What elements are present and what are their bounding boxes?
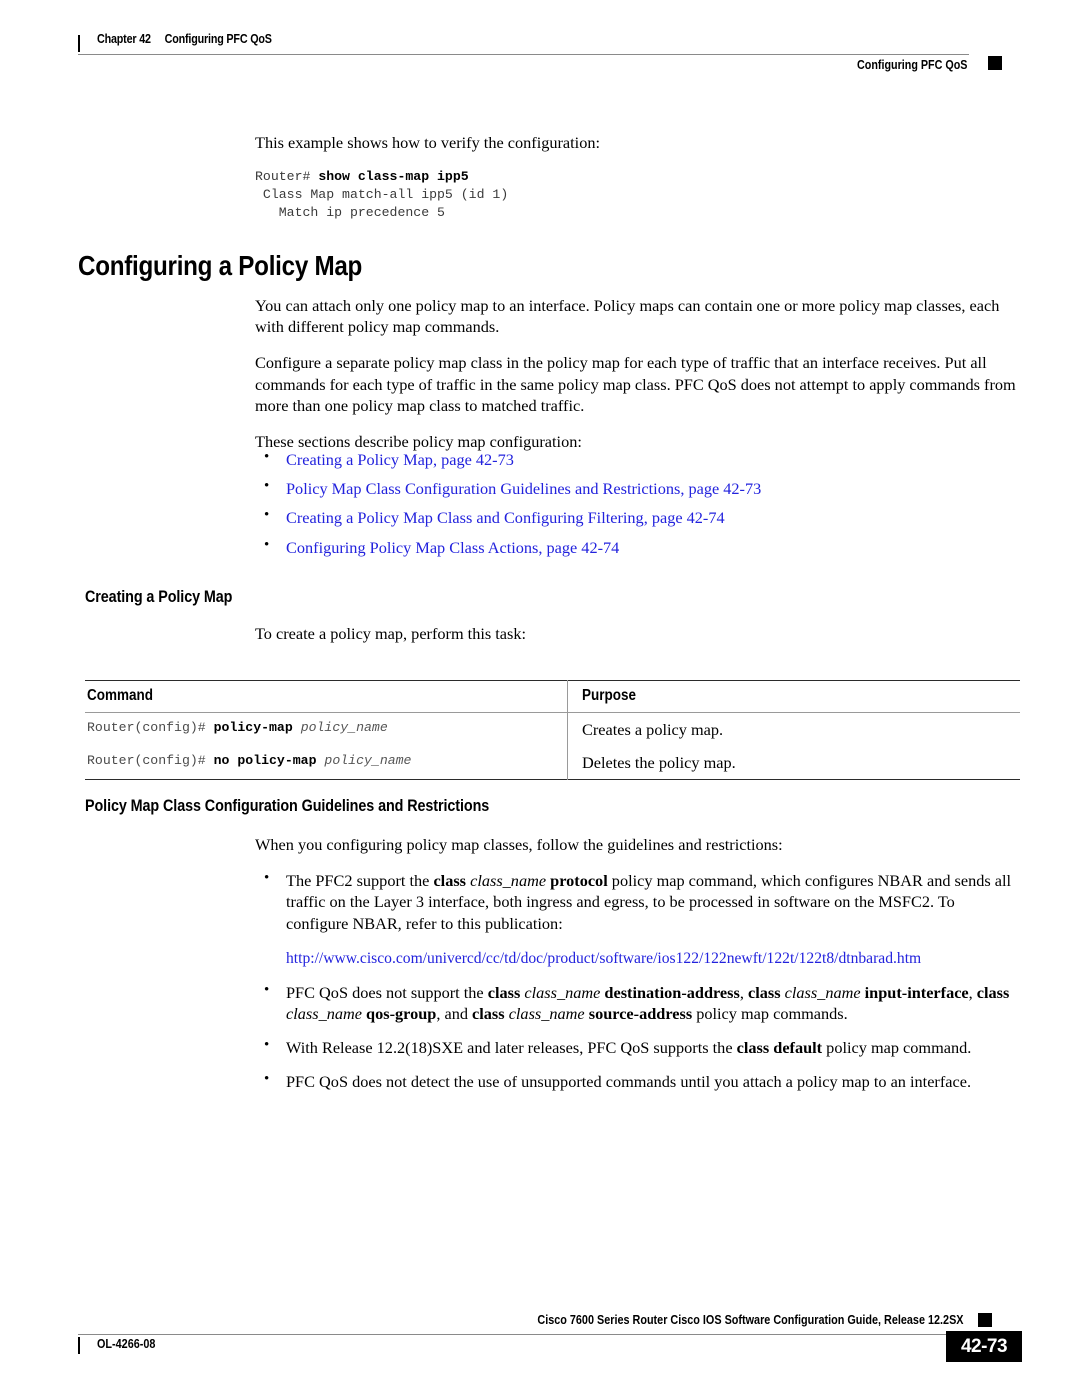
table-row: Router(config)# no policy-map policy_nam… [85,746,1020,780]
list-item[interactable]: Creating a Policy Map, page 42-73 [255,448,1020,470]
bullet1-keyword-class: class [433,871,467,891]
cli-command: show class-map ipp5 [318,169,469,184]
running-header: Chapter 42 Configuring PFC QoS Configurin… [78,32,1002,88]
list-item[interactable]: Policy Map Class Configuration Guideline… [255,477,1020,499]
bullet2-keyword-class-3: class [976,982,1010,1002]
guidelines-block: When you configuring policy map classes,… [255,834,1020,1106]
bullet1-text-1: The PFC2 support the [286,871,434,891]
bullet1-keyword-protocol: protocol [550,871,608,891]
header-section-title: Configuring PFC QoS [856,58,967,72]
bullet3-text-1: With Release 12.2(18)SXE and later relea… [286,1038,737,1058]
table-header-row: Command Purpose [85,680,1020,713]
cli-keyword: policy-map [213,720,301,735]
xref-link-policy-map-class-filtering[interactable]: Creating a Policy Map Class and Configur… [286,508,725,527]
header-black-square-marker [988,56,1002,70]
bullet2-keyword-destination-address: destination-address [604,982,740,1002]
policy-map-description: You can attach only one policy map to an… [255,295,1020,467]
bullet2-arg-4: class_name [508,1004,585,1024]
document-page: Chapter 42 Configuring PFC QoS Configurin… [0,0,1080,1397]
footer-tick-mark [78,1337,80,1354]
bullet2-keyword-input-interface: input-interface [864,982,969,1002]
bullet4-text: PFC QoS does not detect the use of unsup… [286,1072,972,1092]
xref-link-creating-policy-map[interactable]: Creating a Policy Map, page 42-73 [286,450,514,469]
list-item[interactable]: Configuring Policy Map Class Actions, pa… [255,536,1020,558]
section-link-list: Creating a Policy Map, page 42-73 Policy… [255,448,1020,566]
bullet2-text-1: PFC QoS does not support the [286,982,488,1002]
table-header-purpose: Purpose [567,680,1020,713]
bullet2-keyword-class-2: class [747,982,781,1002]
guidelines-intro-text: When you configuring policy map classes,… [255,835,783,854]
bullet2-text-3: , [968,982,977,1002]
header-tick-mark [78,35,80,52]
footer-document-id: OL-4266-08 [97,1337,156,1351]
table-cell-command-create: Router(config)# policy-map policy_name [85,712,568,747]
cli-code-block: Router# show class-map ipp5 Class Map ma… [255,168,1020,222]
cli-argument: policy_name [300,720,388,735]
intro-block: This example shows how to verify the con… [255,132,1020,168]
bullet2-text-4: , and [436,1004,473,1024]
table-header-command: Command [85,680,568,713]
list-item: With Release 12.2(18)SXE and later relea… [255,1036,1020,1058]
bullet2-arg-2: class_name [784,982,861,1002]
bullet2-keyword-class-1: class [487,982,521,1002]
nbar-documentation-link[interactable]: http://www.cisco.com/univercd/cc/td/doc/… [286,950,921,967]
bullet2-arg-1: class_name [524,982,601,1002]
list-item: PFC QoS does not detect the use of unsup… [255,1070,1020,1092]
footer-page-number: 42-73 [946,1331,1022,1362]
intro-lead-text: This example shows how to verify the con… [255,133,600,152]
cli-output: Class Map match-all ipp5 (id 1) Match ip… [262,187,509,221]
header-chapter-number: Chapter 42 [97,32,151,46]
bullet2-keyword-class-4: class [472,1004,505,1024]
footer-guide-title: Cisco 7600 Series Router Cisco IOS Softw… [537,1313,964,1327]
xref-link-guidelines-restrictions[interactable]: Policy Map Class Configuration Guideline… [286,479,761,498]
list-item: PFC QoS does not support the class class… [255,981,1020,1024]
bullet2-arg-3: class_name [286,1004,362,1024]
code-sample-block: Router# show class-map ipp5 Class Map ma… [255,168,1020,222]
bullet2-keyword-source-address: source-address [588,1004,693,1024]
cli-argument: policy_name [324,753,412,769]
table-cell-purpose-delete: Deletes the policy map. [582,753,736,773]
paragraph-2: Configure a separate policy map class in… [255,353,1016,415]
bullet2-text-2: , [739,982,748,1002]
section-heading-creating-policy-map: Creating a Policy Map [85,588,233,606]
cli-prompt: Router(config)# [87,720,214,735]
bullet3-text-2: policy map command. [822,1038,972,1058]
footer-black-square-marker [978,1313,992,1327]
cli-prompt: Router(config)# [87,753,214,769]
command-purpose-table: Command Purpose Router(config)# policy-m… [85,680,1020,781]
page-title: Configuring a Policy Map [78,250,363,281]
table-cell-command-delete: Router(config)# no policy-map policy_nam… [85,746,568,780]
cli-prompt: Router# [255,169,319,184]
table-row: Router(config)# policy-map policy_name C… [85,712,1020,747]
cli-keyword: no policy-map [213,753,325,769]
bullet3-keyword-class-default: class default [736,1038,823,1058]
xref-link-policy-map-class-actions[interactable]: Configuring Policy Map Class Actions, pa… [286,538,619,557]
list-item[interactable]: Creating a Policy Map Class and Configur… [255,506,1020,528]
footer-rule [78,1334,992,1335]
list-item: The PFC2 support the class class_name pr… [255,869,1020,934]
creating-policy-map-intro: To create a policy map, perform this tas… [255,623,1020,659]
task-intro-text: To create a policy map, perform this tas… [255,624,527,643]
header-chapter-title: Configuring PFC QoS [164,32,272,46]
bullet1-arg-class-name: class_name [470,871,547,891]
header-rule [78,54,969,55]
page-footer: Cisco 7600 Series Router Cisco IOS Softw… [78,1313,1022,1373]
table-cell-purpose-create: Creates a policy map. [582,720,724,739]
header-chapter-label: Chapter 42 Configuring PFC QoS [97,32,272,46]
bullet2-keyword-qos-group: qos-group [366,1004,437,1024]
list-item-url[interactable]: http://www.cisco.com/univercd/cc/td/doc/… [255,947,1020,969]
bullet2-text-5: policy map commands. [692,1004,848,1024]
section-heading-guidelines-restrictions: Policy Map Class Configuration Guideline… [85,797,490,815]
paragraph-1: You can attach only one policy map to an… [255,296,1000,337]
